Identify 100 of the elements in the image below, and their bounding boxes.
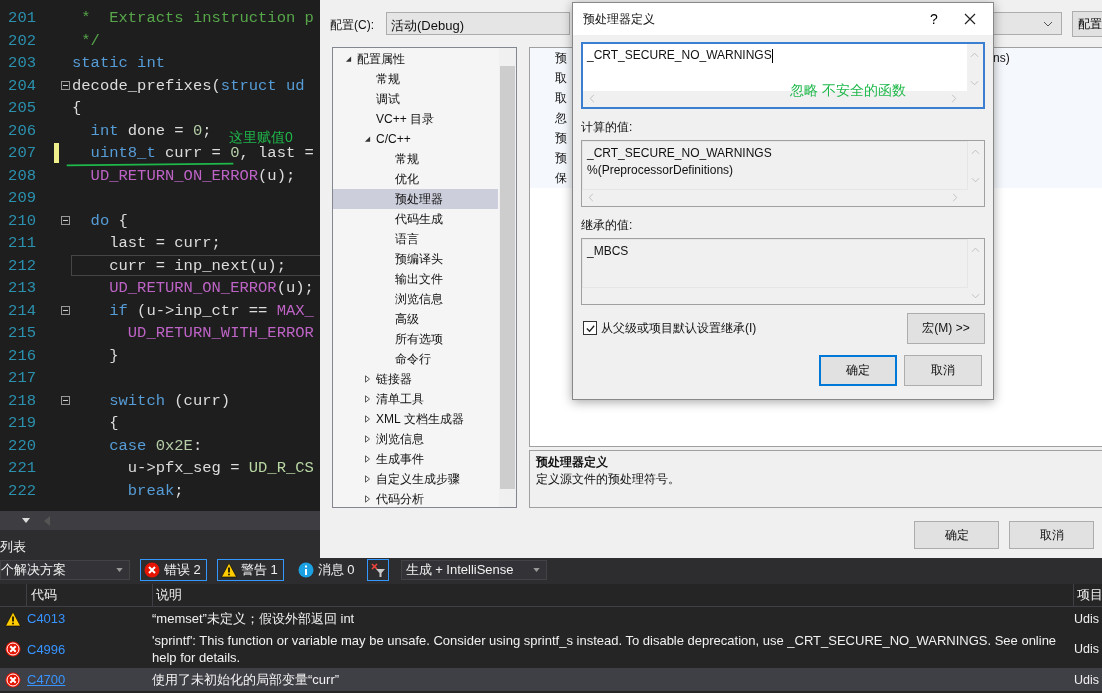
tree-item[interactable]: 调试 xyxy=(333,89,498,109)
code-line: uint8_t curr = 0, last = xyxy=(89,145,314,162)
macros-button[interactable]: 宏(M) >> xyxy=(907,312,985,344)
tree-item[interactable]: 链接器 xyxy=(333,369,498,389)
checkbox-label[interactable]: 从父级或项目默认设置继承(I) xyxy=(601,319,907,337)
collapsed-icon[interactable] xyxy=(364,435,371,443)
column-header[interactable]: 说明 xyxy=(153,584,1073,606)
collapsed-icon[interactable] xyxy=(364,495,371,503)
config-dropdown[interactable]: 活动(Debug) xyxy=(386,12,570,35)
filter-toggle[interactable]: 警告 1 xyxy=(216,559,284,581)
description-text: 定义源文件的预处理符号。 xyxy=(536,471,681,488)
tree-item[interactable]: 常规 xyxy=(333,69,498,89)
tree-item[interactable]: 清单工具 xyxy=(333,389,498,409)
error-row[interactable]: C4013 “memset”未定义；假设外部返回 int Udis xyxy=(0,607,1102,630)
dialog-title: 预处理器定义 xyxy=(583,10,656,28)
code-line: curr = inp_next(u); xyxy=(108,257,286,274)
checkbox[interactable] xyxy=(583,321,597,335)
line-number: 201 xyxy=(7,9,36,28)
field-label: 继承的值: xyxy=(581,217,634,234)
collapse-icon[interactable] xyxy=(61,396,70,406)
cancel-button[interactable]: 取消 xyxy=(904,355,982,386)
ok-button[interactable]: 确定 xyxy=(819,355,897,386)
line-number: 214 xyxy=(7,301,36,320)
tree-item[interactable]: 代码生成 xyxy=(333,209,498,229)
filter-toggle[interactable]: 消息 0 xyxy=(293,559,361,581)
error-description: 'sprintf': This function or variable may be unsafe. Consider using sprintf_s instead. To disable deprecation, use _CRT_SECURE_NO_WARNINGS. See online help for details. xyxy=(151,632,1058,667)
collapse-icon[interactable] xyxy=(61,216,70,226)
tree-item[interactable]: 语言 xyxy=(333,229,498,249)
config-label: 配置(C): xyxy=(330,17,374,34)
collapsed-icon[interactable] xyxy=(364,475,371,483)
info-icon xyxy=(297,562,314,578)
expanded-icon[interactable] xyxy=(364,135,371,143)
scope-dropdown[interactable]: 个解决方案 xyxy=(0,560,130,580)
collapse-icon[interactable] xyxy=(61,81,70,91)
error-row[interactable]: C4700 使用了未初始化的局部变量“curr” Udis xyxy=(0,668,1102,691)
collapsed-icon[interactable] xyxy=(364,415,371,423)
error-description: 使用了未初始化的局部变量“curr” xyxy=(151,671,341,689)
clear-filter-button[interactable] xyxy=(366,559,389,581)
tree-item[interactable]: 预编译头 xyxy=(333,249,498,269)
error-code-link[interactable]: C4996 xyxy=(27,641,66,657)
code-line: { xyxy=(108,415,119,432)
filter-toggle[interactable]: 错误 2 xyxy=(140,559,207,581)
tree-item[interactable]: 预处理器 xyxy=(333,189,498,209)
warning-icon xyxy=(5,610,21,627)
code-line: u->pfx_seg = UD_R_CS xyxy=(126,460,314,477)
source-dropdown[interactable]: 生成 + IntelliSense xyxy=(400,560,547,580)
code-line: static int xyxy=(72,55,165,72)
line-number: 222 xyxy=(7,481,36,500)
collapsed-icon[interactable] xyxy=(364,375,371,383)
code-line: if (u->inp_ctr == MAX_ xyxy=(108,302,314,319)
annotation-text: 这里赋值0 xyxy=(229,129,293,146)
tree-item[interactable]: 常规 xyxy=(333,149,498,169)
collapsed-icon[interactable] xyxy=(364,395,371,403)
scrollbar[interactable] xyxy=(499,48,516,507)
expanded-icon[interactable] xyxy=(345,55,352,63)
value-line: _MBCS xyxy=(587,243,630,260)
project-name: Udis xyxy=(1074,672,1100,687)
caret-icon xyxy=(1043,20,1053,27)
column-header[interactable]: 项目 xyxy=(1073,584,1102,606)
error-code-link[interactable]: C4013 xyxy=(27,611,66,626)
tree-item[interactable]: 代码分析 xyxy=(333,489,498,509)
tree-item[interactable]: 生成事件 xyxy=(333,449,498,469)
error-icon xyxy=(5,671,21,688)
line-number: 203 xyxy=(7,54,36,73)
line-number: 217 xyxy=(7,369,36,388)
ok-button[interactable]: 确定 xyxy=(914,521,999,549)
line-number: 219 xyxy=(7,414,36,433)
tree-item[interactable]: 自定义生成步骤 xyxy=(333,469,498,489)
error-row[interactable]: C4996 'sprintf': This function or variable may be unsafe. Consider using sprintf_s instead. To disable deprecation, use _CRT_SECURE_NO_WARNINGS. See online help for details. Udis xyxy=(0,630,1102,668)
tree-item[interactable]: XML 文档生成器 xyxy=(333,409,498,429)
code-line: last = curr; xyxy=(108,235,221,252)
tree-item[interactable]: 高级 xyxy=(333,309,498,329)
collapse-icon[interactable] xyxy=(61,306,70,316)
tree-item[interactable]: 配置属性 xyxy=(333,49,498,69)
project-name: Udis xyxy=(1074,642,1100,656)
caret-icon[interactable] xyxy=(22,518,30,523)
error-icon xyxy=(5,641,21,657)
tree-item[interactable]: 所有选项 xyxy=(333,329,498,349)
property-name: 预 xyxy=(555,149,567,167)
line-number: 210 xyxy=(7,211,36,230)
tree-item[interactable]: 优化 xyxy=(333,169,498,189)
code-line: UD_RETURN_ON_ERROR(u); xyxy=(108,280,314,297)
tree-item[interactable]: VC++ 目录 xyxy=(333,109,498,129)
line-number: 213 xyxy=(7,279,36,298)
error-icon xyxy=(144,562,160,578)
caret-icon xyxy=(532,568,540,572)
tree-item[interactable]: 浏览信息 xyxy=(333,289,498,309)
cancel-button[interactable]: 取消 xyxy=(1009,521,1094,549)
caret-icon xyxy=(116,568,123,572)
tree-item[interactable]: 浏览信息 xyxy=(333,429,498,449)
config-manager-button[interactable]: 配置 xyxy=(1072,11,1102,37)
tree-item[interactable]: 输出文件 xyxy=(333,269,498,289)
error-description: “memset”未定义；假设外部返回 int xyxy=(151,610,356,628)
column-header[interactable]: 代码 xyxy=(27,584,153,606)
tree-item[interactable]: C/C++ xyxy=(333,129,498,149)
property-name: 取 xyxy=(555,69,567,87)
help-button[interactable]: ? xyxy=(921,10,947,28)
tree-item[interactable]: 命令行 xyxy=(333,349,498,369)
collapsed-icon[interactable] xyxy=(364,455,371,463)
code-line: do { xyxy=(89,212,128,229)
